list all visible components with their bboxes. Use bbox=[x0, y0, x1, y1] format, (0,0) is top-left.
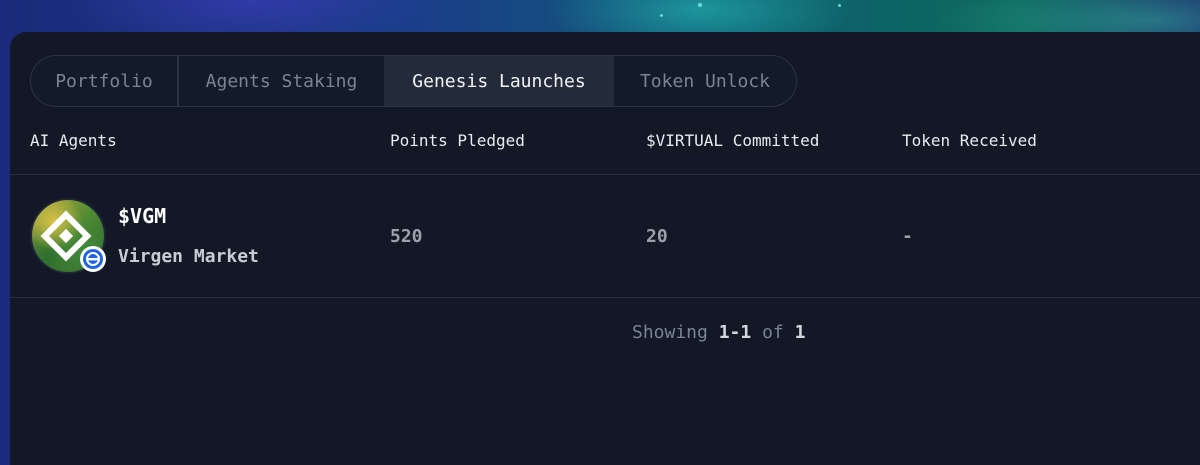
avatar[interactable] bbox=[30, 198, 106, 274]
tab-portfolio[interactable]: Portfolio bbox=[31, 56, 179, 106]
points-pledged-value: 520 bbox=[390, 226, 423, 247]
tab-agents-staking[interactable]: Agents Staking bbox=[179, 56, 384, 106]
agent-ticker[interactable]: $VGM bbox=[118, 204, 166, 228]
agent-name[interactable]: Virgen Market bbox=[118, 246, 259, 267]
pagination-of: of bbox=[762, 322, 784, 343]
tab-genesis-launches[interactable]: Genesis Launches bbox=[384, 56, 614, 106]
token-received-value: - bbox=[902, 226, 913, 247]
pagination-prefix: Showing bbox=[632, 322, 708, 343]
column-header-virtual-committed: $VIRTUAL Committed bbox=[646, 131, 820, 150]
column-header-token-received: Token Received bbox=[902, 131, 1037, 150]
column-header-ai-agents: AI Agents bbox=[30, 131, 117, 150]
main-panel: Portfolio Agents Staking Genesis Launche… bbox=[10, 32, 1200, 465]
row-divider bbox=[10, 297, 1200, 298]
header-divider bbox=[10, 174, 1200, 175]
pagination-summary: Showing 1-1 of 1 bbox=[632, 322, 805, 343]
tab-bar: Portfolio Agents Staking Genesis Launche… bbox=[30, 55, 797, 107]
pagination-total: 1 bbox=[794, 322, 806, 343]
column-header-points-pledged: Points Pledged bbox=[390, 131, 525, 150]
pagination-range: 1-1 bbox=[718, 322, 752, 343]
virtual-committed-value: 20 bbox=[646, 226, 668, 247]
verified-badge-icon bbox=[80, 246, 106, 272]
tab-token-unlock[interactable]: Token Unlock bbox=[614, 56, 796, 106]
